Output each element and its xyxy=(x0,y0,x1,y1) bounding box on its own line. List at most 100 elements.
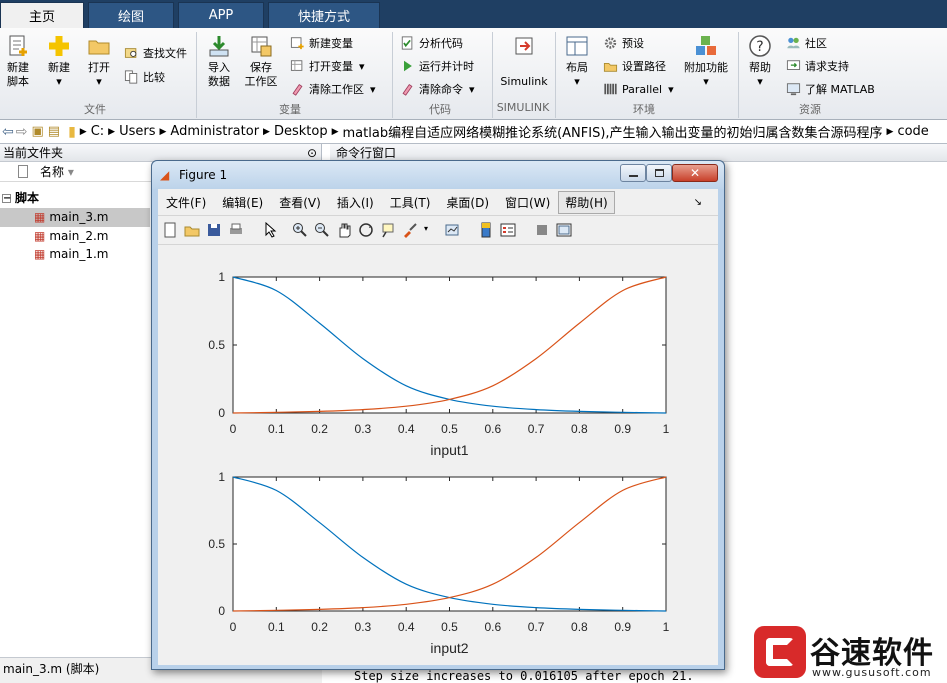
close-button[interactable]: ✕ xyxy=(672,164,718,182)
run-and-time-button[interactable]: 运行并计时 xyxy=(400,57,474,75)
x-tick-label: 0.1 xyxy=(268,620,285,634)
menu-insert[interactable]: 插入(I) xyxy=(329,194,382,211)
preferences-button[interactable]: 预设 xyxy=(603,34,644,52)
file-name: main_2.m xyxy=(49,229,109,243)
y-tick-label: 0.5 xyxy=(208,338,225,352)
import-data-button[interactable]: 导入 数据 xyxy=(204,34,234,89)
save-workspace-label-2: 工作区 xyxy=(244,75,278,88)
forward-arrow-icon[interactable]: ⇨ xyxy=(16,124,28,140)
legend-icon[interactable] xyxy=(500,222,516,238)
request-support-button[interactable]: 请求支持 xyxy=(786,57,849,75)
layout-button[interactable]: 布局 ▾ xyxy=(562,34,592,89)
minimize-button[interactable] xyxy=(620,164,646,182)
analyze-code-label: 分析代码 xyxy=(419,37,463,50)
addons-button[interactable]: 附加功能 ▾ xyxy=(682,34,730,89)
breadcrumb-item[interactable]: code xyxy=(897,124,928,139)
new-script-button[interactable]: 新建 脚本 xyxy=(4,34,32,89)
x-axis-label: input1 xyxy=(430,442,468,458)
rotate-3d-icon[interactable] xyxy=(358,222,374,238)
menu-window[interactable]: 窗口(W) xyxy=(497,194,558,211)
preferences-label: 预设 xyxy=(622,37,644,50)
new-variable-button[interactable]: 新建变量 xyxy=(290,34,353,52)
open-file-icon[interactable] xyxy=(184,222,200,238)
help-icon: ? xyxy=(749,35,771,57)
svg-text:?: ? xyxy=(756,39,763,55)
y-tick-label: 0.5 xyxy=(208,537,225,551)
print-icon[interactable] xyxy=(228,222,244,238)
set-path-button[interactable]: 设置路径 xyxy=(603,57,666,75)
brush-icon[interactable] xyxy=(402,222,418,238)
watermark-url: www.gususoft.com xyxy=(812,666,932,679)
open-variable-button[interactable]: 打开变量 ▾ xyxy=(290,57,365,75)
x-tick-label: 0.3 xyxy=(355,620,372,634)
group-label-variable: 变量 xyxy=(279,103,301,116)
community-button[interactable]: 社区 xyxy=(786,34,827,52)
find-files-button[interactable]: 查找文件 xyxy=(124,44,187,62)
column-name-label: 名称 xyxy=(40,165,65,179)
breadcrumb-item[interactable]: Administrator xyxy=(170,124,259,139)
hide-plot-tools-icon[interactable] xyxy=(534,222,550,238)
menu-help[interactable]: 帮助(H) xyxy=(558,190,615,214)
zoom-in-icon[interactable] xyxy=(292,222,308,238)
file-row-main_3[interactable]: ▦ main_3.m xyxy=(0,208,150,227)
compare-button[interactable]: 比较 xyxy=(124,68,165,86)
zoom-out-icon[interactable] xyxy=(314,222,330,238)
file-row-main_2[interactable]: ▦ main_2.m xyxy=(0,227,108,246)
pan-hand-icon[interactable] xyxy=(336,222,352,238)
new-button[interactable]: 新建 ▾ xyxy=(44,34,74,89)
new-figure-icon[interactable] xyxy=(162,222,178,238)
menu-edit[interactable]: 编辑(E) xyxy=(214,194,271,211)
figure-window[interactable]: ◢ Figure 1 ✕ 文件(F) 编辑(E) 查看(V) 插入(I) 工具(… xyxy=(151,160,725,670)
menu-file[interactable]: 文件(F) xyxy=(158,194,214,211)
save-icon[interactable] xyxy=(206,222,222,238)
matlab-logo-icon: ◢ xyxy=(160,168,170,182)
maximize-button[interactable] xyxy=(646,164,672,182)
collapse-icon[interactable]: − xyxy=(2,194,11,204)
show-plot-tools-icon[interactable] xyxy=(556,222,572,238)
import-data-label-2: 数据 xyxy=(208,75,230,88)
pointer-icon[interactable] xyxy=(262,222,278,238)
figure-titlebar[interactable]: ◢ Figure 1 ✕ xyxy=(152,161,724,189)
chevron-down-icon[interactable]: ▾ xyxy=(424,224,428,233)
dock-arrow-icon[interactable]: ↘ xyxy=(686,197,710,208)
analyze-code-button[interactable]: 分析代码 xyxy=(400,34,463,52)
breadcrumb-item[interactable]: Users xyxy=(119,124,155,139)
colorbar-icon[interactable] xyxy=(478,222,494,238)
request-support-icon xyxy=(786,60,801,70)
clear-commands-icon xyxy=(402,84,413,96)
figure-canvas[interactable]: 0 0.1 0.2 0.3 0.4 0.5 0.6 0.7 0.8 0.9 1 0 0.5 1 input1… xyxy=(158,245,718,665)
breadcrumb-separator-icon: ▶ xyxy=(79,126,87,137)
group-label-environment: 环境 xyxy=(633,103,655,116)
tab-shortcuts[interactable]: 快捷方式 xyxy=(268,2,380,28)
tab-plots[interactable]: 绘图 xyxy=(88,2,174,28)
up-folder-icon[interactable]: ▣ xyxy=(31,124,43,139)
menu-tools[interactable]: 工具(T) xyxy=(382,194,439,211)
learn-matlab-button[interactable]: 了解 MATLAB xyxy=(786,80,875,98)
request-support-label: 请求支持 xyxy=(805,60,849,73)
breadcrumb-item[interactable]: C: xyxy=(91,124,104,139)
compare-label: 比较 xyxy=(143,71,165,84)
clear-commands-label: 清除命令 xyxy=(419,83,463,96)
figure-title: Figure 1 xyxy=(179,168,228,182)
clear-commands-button[interactable]: 清除命令 ▾ xyxy=(400,80,475,98)
menu-view[interactable]: 查看(V) xyxy=(271,194,329,211)
file-group-header[interactable]: − 脚本 xyxy=(0,189,39,208)
clear-workspace-button[interactable]: 清除工作区 ▾ xyxy=(290,80,376,98)
help-button[interactable]: ? 帮助 ▾ xyxy=(744,34,776,89)
back-arrow-icon[interactable]: ⇦ xyxy=(2,124,14,140)
browse-folder-icon[interactable]: ▤ xyxy=(48,124,60,139)
data-cursor-icon[interactable] xyxy=(380,222,396,238)
breadcrumb-item[interactable]: matlab编程自适应网络模糊推论系统(ANFIS),产生输入输出变量的初始归属… xyxy=(343,122,883,141)
link-plot-icon[interactable] xyxy=(444,222,460,238)
open-button[interactable]: 打开 ▾ xyxy=(84,34,114,89)
file-row-main_1[interactable]: ▦ main_1.m xyxy=(0,245,108,264)
tab-home[interactable]: 主页 xyxy=(0,2,84,28)
simulink-icon xyxy=(515,37,533,55)
simulink-button[interactable]: Simulink xyxy=(499,34,549,89)
parallel-button[interactable]: Parallel ▾ xyxy=(603,80,674,98)
breadcrumb-item[interactable]: Desktop xyxy=(274,124,328,139)
save-workspace-button[interactable]: 保存 工作区 xyxy=(243,34,279,89)
tab-apps[interactable]: APP xyxy=(178,2,264,28)
menu-desktop[interactable]: 桌面(D) xyxy=(438,194,497,211)
chevron-down-icon: ▾ xyxy=(370,82,376,96)
